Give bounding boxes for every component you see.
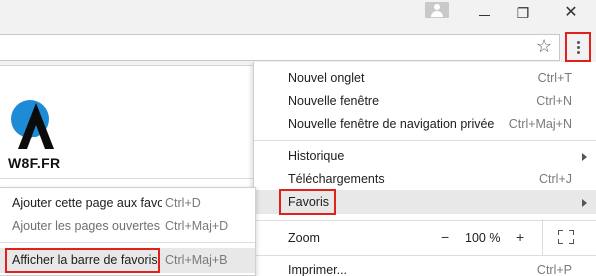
fullscreen-corner xyxy=(558,239,563,244)
fullscreen-corner xyxy=(558,230,563,235)
submenu-item-bookmark-open-pages[interactable]: Ajouter les pages ouvertes aux favoris..… xyxy=(0,215,255,237)
fullscreen-corner xyxy=(569,239,574,244)
zoom-out-button[interactable]: − xyxy=(441,229,449,245)
fullscreen-corner xyxy=(569,230,574,235)
logo-text: W8F.FR xyxy=(8,155,61,171)
menu-dot-icon xyxy=(576,50,580,54)
profile-avatar-icon[interactable] xyxy=(425,2,449,18)
menu-item-print[interactable]: Imprimer... Ctrl+P xyxy=(254,259,596,276)
avatar-head xyxy=(434,4,440,10)
menu-item-label: Téléchargements xyxy=(288,172,385,186)
bookmarks-submenu: Ajouter cette page aux favoris... Ctrl+D… xyxy=(0,187,256,276)
menu-item-label: Historique xyxy=(288,149,345,163)
divider xyxy=(0,178,256,179)
highlight-box xyxy=(5,248,160,273)
menu-item-shortcut: Ctrl+Maj+N xyxy=(508,117,572,131)
menu-item-new-tab[interactable]: Nouvel onglet Ctrl+T xyxy=(254,67,596,89)
submenu-item-shortcut: Ctrl+Maj+B xyxy=(165,253,228,267)
title-bar: ❐ ✕ xyxy=(0,0,596,28)
menu-item-label: Zoom xyxy=(288,231,320,245)
menu-item-new-incognito-window[interactable]: Nouvelle fenêtre de navigation privée Ct… xyxy=(254,113,596,135)
submenu-item-label: Ajouter les pages ouvertes aux favoris..… xyxy=(12,219,162,233)
submenu-item-bookmark-this-page[interactable]: Ajouter cette page aux favoris... Ctrl+D xyxy=(0,192,255,214)
submenu-item-shortcut: Ctrl+Maj+D xyxy=(165,219,229,233)
close-button[interactable]: ✕ xyxy=(556,2,586,24)
menu-item-zoom: Zoom − 100 % + xyxy=(254,219,596,255)
chrome-menu-button[interactable] xyxy=(565,32,591,62)
bookmark-star-icon[interactable]: ☆ xyxy=(536,36,552,56)
menu-separator xyxy=(254,140,596,141)
chrome-main-menu: Nouvel onglet Ctrl+T Nouvelle fenêtre Ct… xyxy=(253,62,596,276)
submenu-arrow-icon xyxy=(582,199,587,207)
menu-item-label: Nouvel onglet xyxy=(288,71,365,85)
menu-dot-icon xyxy=(576,40,580,44)
menu-item-shortcut: Ctrl+N xyxy=(536,94,572,108)
menu-item-history[interactable]: Historique xyxy=(254,145,596,167)
menu-separator xyxy=(254,220,596,221)
avatar-body xyxy=(431,11,443,17)
menu-item-label: Nouvelle fenêtre xyxy=(288,94,380,108)
menu-separator xyxy=(254,255,596,256)
menu-item-shortcut: Ctrl+J xyxy=(539,172,572,186)
highlight-box xyxy=(279,189,336,215)
fullscreen-icon[interactable] xyxy=(558,230,574,244)
menu-dot-icon xyxy=(576,45,580,49)
submenu-separator xyxy=(0,242,255,243)
minimize-button[interactable] xyxy=(470,2,500,24)
zoom-divider xyxy=(542,219,543,255)
menu-item-shortcut: Ctrl+T xyxy=(537,71,572,85)
menu-item-label: Nouvelle fenêtre de navigation privée xyxy=(288,117,495,131)
zoom-level: 100 % xyxy=(465,231,501,245)
submenu-arrow-icon xyxy=(582,153,587,161)
submenu-item-label: Ajouter cette page aux favoris... xyxy=(12,196,162,210)
zoom-in-button[interactable]: + xyxy=(516,229,524,245)
menu-item-shortcut: Ctrl+P xyxy=(536,263,572,276)
menu-item-downloads[interactable]: Téléchargements Ctrl+J xyxy=(254,168,596,190)
minimize-icon xyxy=(479,15,490,16)
restore-button[interactable]: ❐ xyxy=(508,2,538,24)
menu-item-label: Imprimer... xyxy=(288,263,348,276)
menu-item-new-window[interactable]: Nouvelle fenêtre Ctrl+N xyxy=(254,90,596,112)
address-bar[interactable] xyxy=(0,34,560,61)
browser-toolbar: ☆ xyxy=(0,28,596,66)
submenu-item-shortcut: Ctrl+D xyxy=(165,196,201,210)
